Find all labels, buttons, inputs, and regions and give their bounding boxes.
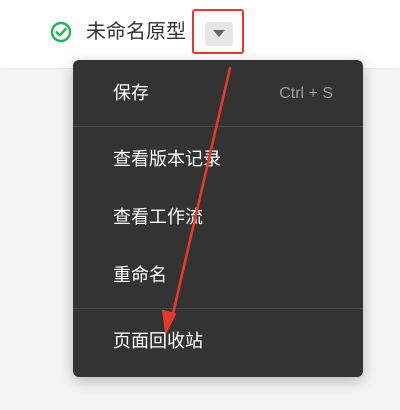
- menu-item-label: 查看版本记录: [113, 149, 221, 170]
- menu-divider: [73, 126, 363, 127]
- document-title[interactable]: 未命名原型: [86, 17, 186, 45]
- title-dropdown-button[interactable]: [205, 22, 233, 46]
- menu-item-label: 页面回收站: [113, 331, 203, 352]
- menu-item-label: 查看工作流: [113, 207, 203, 228]
- caret-down-icon: [213, 30, 225, 37]
- menu-item-page-recycle-bin[interactable]: 页面回收站: [73, 318, 363, 366]
- menu-item-save[interactable]: 保存 Ctrl + S: [73, 70, 363, 118]
- menu-item-label: 重命名: [113, 265, 167, 286]
- menu-divider: [73, 308, 363, 309]
- check-circle-icon: [50, 21, 72, 43]
- menu-item-shortcut: Ctrl + S: [279, 85, 333, 102]
- menu-item-version-history[interactable]: 查看版本记录: [73, 136, 363, 184]
- menu-item-label: 保存: [113, 83, 149, 104]
- menu-item-workflow[interactable]: 查看工作流: [73, 194, 363, 242]
- dropdown-menu: 保存 Ctrl + S 查看版本记录 查看工作流 重命名 页面回收站: [73, 60, 363, 377]
- menu-item-rename[interactable]: 重命名: [73, 252, 363, 300]
- top-bar: 未命名原型: [0, 0, 400, 68]
